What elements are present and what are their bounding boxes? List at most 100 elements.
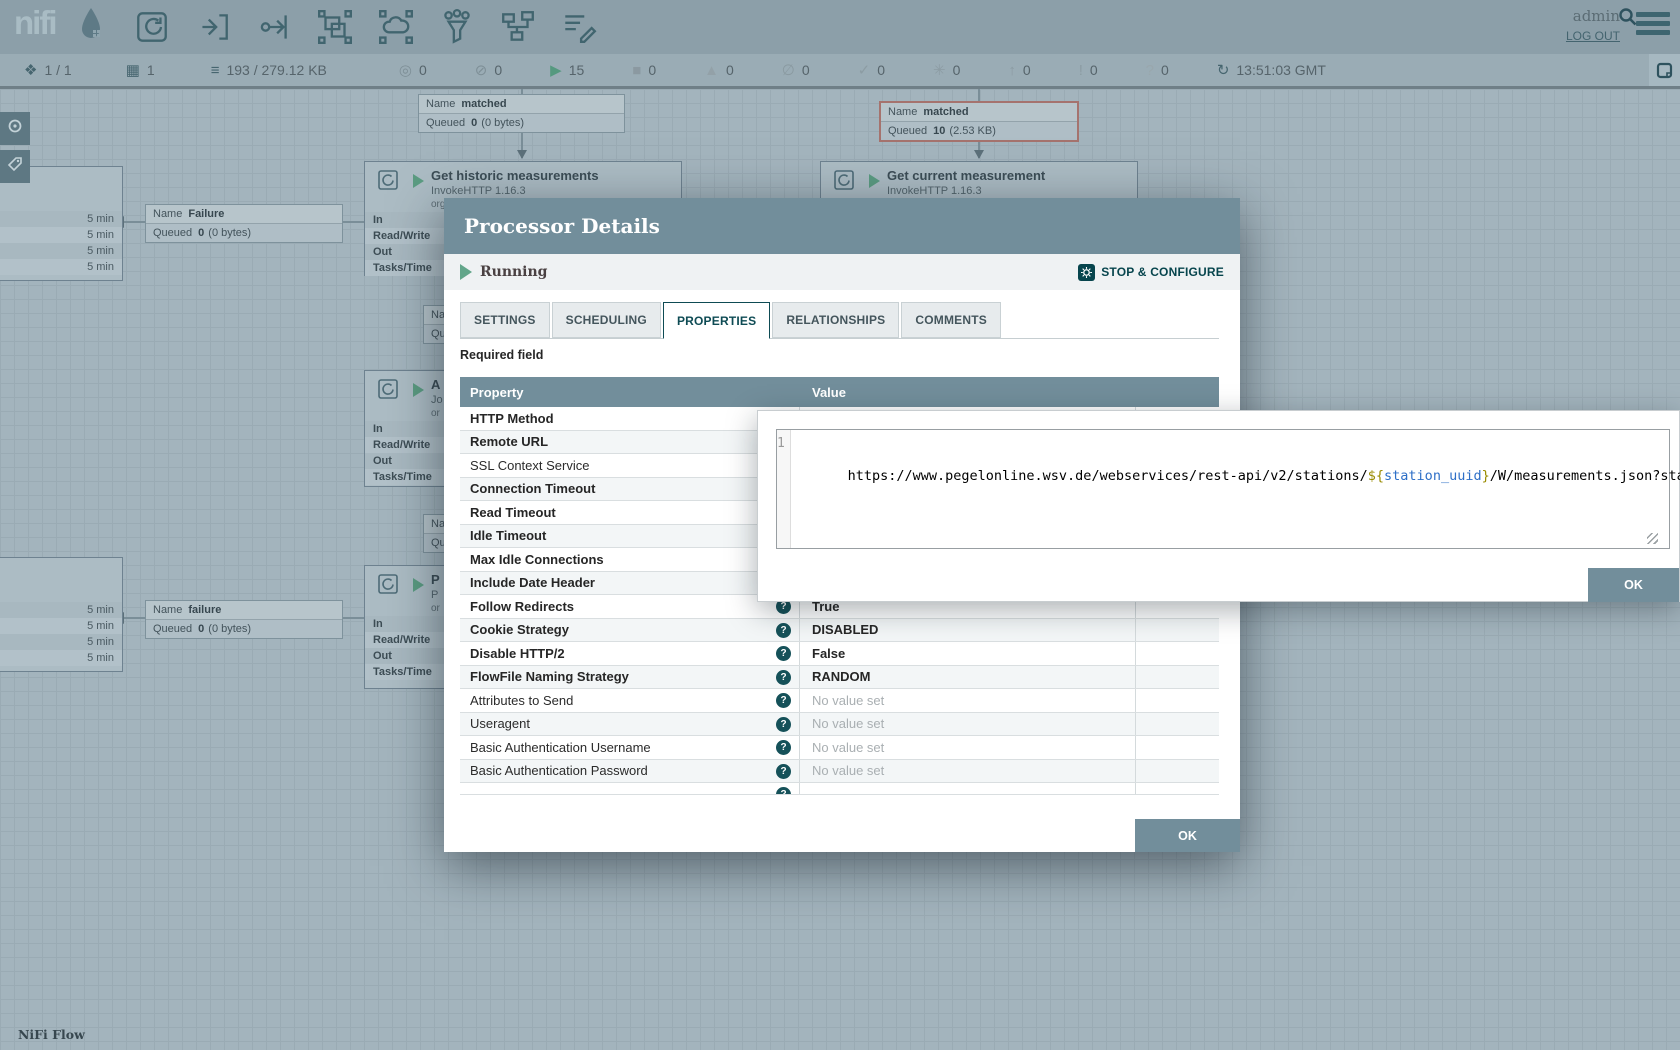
- tab[interactable]: SETTINGS: [460, 302, 550, 338]
- help-icon[interactable]: ?: [776, 670, 791, 685]
- resize-handle-icon[interactable]: [1647, 533, 1658, 544]
- help-icon[interactable]: ?: [776, 693, 791, 708]
- connection-label[interactable]: Namefailure Queued0(0 bytes): [145, 600, 343, 639]
- status-item: ✳ 0: [933, 62, 960, 78]
- status-item: ▶ 15: [550, 62, 584, 78]
- property-row: ?: [460, 783, 1219, 795]
- property-value: RANDOM: [812, 669, 871, 684]
- status-icon: ↑: [1008, 63, 1016, 78]
- breadcrumb[interactable]: NiFi Flow: [18, 1027, 85, 1042]
- connection-label[interactable]: NameFailure Queued0(0 bytes): [145, 204, 343, 243]
- property-value: No value set: [812, 716, 884, 731]
- processor-name: Get historic measurements: [431, 168, 599, 183]
- status-icon: ∅: [782, 63, 795, 78]
- status-item: ! 0: [1079, 62, 1098, 78]
- dialog-header: Processor Details: [444, 198, 1240, 254]
- bulletin-board-icon[interactable]: [1649, 54, 1680, 86]
- property-row: Disable HTTP/2 ? False: [460, 642, 1219, 666]
- remote-process-group-icon[interactable]: [377, 8, 415, 46]
- dialog-tabs: SETTINGS SCHEDULING PROPERTIES RELATIONS…: [460, 302, 1219, 339]
- property-name: Follow Redirects: [470, 599, 574, 614]
- process-group-icon[interactable]: [316, 8, 354, 46]
- property-name: Remote URL: [470, 434, 548, 449]
- property-name: HTTP Method: [470, 411, 554, 426]
- status-icon: ❖: [24, 63, 37, 78]
- expression-editor[interactable]: 1 https://www.pegelonline.wsv.de/webserv…: [776, 429, 1670, 549]
- status-icon: ▲: [704, 63, 719, 78]
- property-name: Cookie Strategy: [470, 622, 569, 637]
- status-item: ▲ 0: [704, 62, 734, 78]
- help-icon[interactable]: ?: [776, 740, 791, 755]
- value-editor-popup: 1 https://www.pegelonline.wsv.de/webserv…: [757, 410, 1680, 602]
- processor[interactable]: 5 min 5 min 5 min 5 min: [0, 166, 123, 281]
- status-icon: ■: [632, 63, 641, 78]
- nifi-logo: nifi: [14, 4, 55, 42]
- navigate-panel[interactable]: [0, 112, 30, 145]
- status-item: ■ 0: [632, 62, 656, 78]
- status-icon: ▦: [126, 63, 140, 78]
- status-item: ∅ 0: [782, 62, 810, 78]
- tab[interactable]: PROPERTIES: [663, 302, 770, 339]
- processor-type-icon: [833, 169, 855, 196]
- help-icon[interactable]: ?: [776, 764, 791, 779]
- code-segment: station_uuid: [1384, 468, 1482, 484]
- connection-label[interactable]: Namematched Queued0(0 bytes): [418, 94, 625, 133]
- input-port-icon[interactable]: [194, 8, 232, 46]
- ok-button[interactable]: OK: [1135, 819, 1240, 852]
- property-name: Basic Authentication Password: [470, 763, 648, 778]
- running-icon: [460, 264, 472, 280]
- status-item: ⊘ 0: [475, 62, 502, 78]
- processor[interactable]: 5 min 5 min 5 min 5 min: [0, 557, 123, 672]
- label-icon[interactable]: [560, 8, 598, 46]
- property-row: Useragent ? No value set: [460, 713, 1219, 737]
- status-icon: ↻: [1217, 63, 1230, 78]
- status-item: ? 0: [1146, 62, 1169, 78]
- help-icon[interactable]: ?: [776, 646, 791, 661]
- operate-panel[interactable]: [0, 150, 30, 183]
- tab[interactable]: RELATIONSHIPS: [772, 302, 899, 338]
- label-tag-icon: [7, 156, 23, 177]
- property-value: No value set: [812, 763, 884, 778]
- property-row: FlowFile Naming Strategy ? RANDOM: [460, 666, 1219, 690]
- logout-link[interactable]: LOG OUT: [1566, 29, 1620, 43]
- property-value: DISABLED: [812, 622, 878, 637]
- processor-type: InvokeHTTP 1.16.3: [887, 185, 982, 197]
- gear-icon: [1078, 264, 1095, 281]
- help-icon[interactable]: ?: [776, 623, 791, 638]
- editor-ok-button[interactable]: OK: [1588, 568, 1679, 602]
- processor-type-icon: [377, 378, 399, 405]
- run-status-icon: [413, 578, 424, 592]
- status-icon: ◎: [399, 63, 412, 78]
- output-port-icon[interactable]: [255, 8, 293, 46]
- status-item: ↑ 0: [1008, 62, 1030, 78]
- processor-type: InvokeHTTP 1.16.3: [431, 185, 526, 197]
- property-row: Cookie Strategy ? DISABLED: [460, 619, 1219, 643]
- global-menu-icon[interactable]: [1636, 12, 1670, 39]
- property-name: Basic Authentication Username: [470, 740, 651, 755]
- property-name: FlowFile Naming Strategy: [470, 669, 629, 684]
- processor-name: Get current measurement: [887, 168, 1045, 183]
- funnel-icon[interactable]: [438, 8, 476, 46]
- help-icon[interactable]: ?: [776, 787, 791, 795]
- editor-value-text[interactable]: https://www.pegelonline.wsv.de/webservic…: [791, 430, 1680, 548]
- status-item: ◎ 0: [399, 62, 427, 78]
- code-segment: https://www.pegelonline.wsv.de/webservic…: [848, 468, 1368, 484]
- connection-label[interactable]: Namematched Queued10(2.53 KB): [879, 101, 1079, 142]
- search-icon[interactable]: [1618, 7, 1638, 32]
- status-icon: ≡: [211, 63, 220, 78]
- processor-type: P: [431, 589, 438, 601]
- tab[interactable]: SCHEDULING: [552, 302, 661, 338]
- processor-bundle: or: [431, 603, 440, 614]
- app-header: nifi admin LOG OUT: [0, 0, 1680, 54]
- dialog-status-bar: Running STOP & CONFIGURE: [444, 254, 1240, 290]
- template-icon[interactable]: [499, 8, 537, 46]
- tab[interactable]: COMMENTS: [901, 302, 1001, 338]
- processor-icon[interactable]: [133, 8, 171, 46]
- stop-and-configure-button[interactable]: STOP & CONFIGURE: [1078, 264, 1224, 281]
- status-item: ≡ 193 / 279.12 KB: [211, 62, 327, 78]
- flow-status-bar: ❖ 1 / 1 ▦ 1 ≡ 193 / 279.12 KB ◎ 0 ⊘ 0 ▶ …: [0, 54, 1680, 89]
- run-state-label: Running: [480, 264, 547, 280]
- status-icon: ?: [1146, 63, 1154, 78]
- processor-type: Jo: [431, 394, 443, 406]
- help-icon[interactable]: ?: [776, 717, 791, 732]
